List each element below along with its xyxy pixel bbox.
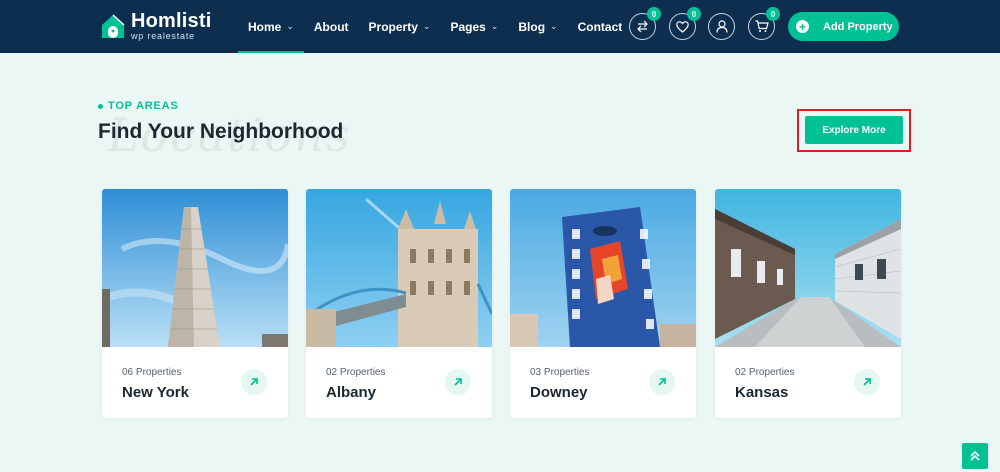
add-property-button[interactable]: + Add Property xyxy=(788,12,899,41)
house-logo-icon xyxy=(100,12,126,40)
chevron-down-icon: ⌄ xyxy=(422,21,431,31)
city-name[interactable]: Downey xyxy=(530,384,588,401)
city-name[interactable]: New York xyxy=(122,384,189,401)
arrow-up-right-icon[interactable] xyxy=(241,369,267,395)
favorites-count-badge: 0 xyxy=(687,7,701,21)
compare-arrows-icon xyxy=(637,20,648,33)
brand-tagline: wp realestate xyxy=(131,31,195,41)
brand-name: Homlisti xyxy=(131,10,212,32)
account-button[interactable] xyxy=(708,13,735,40)
nav-home-label: Home xyxy=(248,19,282,34)
nav-contact-label: Contact xyxy=(577,19,623,34)
nav-pages-label: Pages xyxy=(450,19,486,34)
new-york-photo xyxy=(102,189,288,347)
nav-property-label: Property xyxy=(368,19,418,34)
compare-count-badge: 0 xyxy=(647,7,661,21)
brand-logo[interactable]: Homlisti wp realestate xyxy=(100,11,212,41)
cart-count-badge: 0 xyxy=(766,7,780,21)
explore-more-button[interactable]: Explore More xyxy=(805,116,903,144)
nav-about-label: About xyxy=(313,19,349,34)
nav-blog-label: Blog xyxy=(518,19,546,34)
heart-icon xyxy=(676,20,689,33)
albany-photo xyxy=(306,189,492,347)
add-property-label: Add Property xyxy=(823,20,893,33)
scroll-to-top-button[interactable] xyxy=(962,443,988,469)
cart-button[interactable]: 0 xyxy=(748,7,780,40)
user-icon xyxy=(715,20,728,33)
nav-blog[interactable]: Blog ⌄ xyxy=(508,0,567,53)
property-count: 02 Properties xyxy=(735,367,795,378)
compare-button[interactable]: 0 xyxy=(629,7,661,40)
nav-home[interactable]: Home ⌄ xyxy=(238,0,304,53)
nav-property[interactable]: Property ⌄ xyxy=(359,0,441,53)
city-name[interactable]: Kansas xyxy=(735,384,788,401)
section-title: Find Your Neighborhood xyxy=(98,120,344,143)
area-card-albany[interactable]: 02 Properties Albany xyxy=(306,189,492,418)
chevron-down-icon: ⌄ xyxy=(550,21,558,31)
top-nav-bar: Homlisti wp realestate Home ⌄ About Prop… xyxy=(0,0,1000,53)
downey-photo xyxy=(510,189,696,347)
property-count: 03 Properties xyxy=(530,367,590,378)
arrow-up-right-icon[interactable] xyxy=(649,369,675,395)
arrow-up-right-icon[interactable] xyxy=(854,369,880,395)
area-card-new-york[interactable]: 06 Properties New York xyxy=(102,189,288,418)
property-count: 06 Properties xyxy=(122,367,182,378)
double-chevron-up-icon xyxy=(970,450,980,461)
area-card-downey[interactable]: 03 Properties Downey xyxy=(510,189,696,418)
property-count: 02 Properties xyxy=(326,367,386,378)
main-navigation: Home ⌄ About Property ⌄ Pages ⌄ Blog ⌄ C… xyxy=(238,0,632,53)
chevron-down-icon: ⌄ xyxy=(490,21,499,31)
nav-contact[interactable]: Contact xyxy=(568,0,633,53)
favorites-button[interactable]: 0 xyxy=(669,7,701,40)
nav-pages[interactable]: Pages ⌄ xyxy=(440,0,508,53)
kansas-photo xyxy=(715,189,901,347)
nav-about[interactable]: About xyxy=(304,0,359,53)
city-name[interactable]: Albany xyxy=(326,384,376,401)
cart-icon xyxy=(755,20,769,32)
dot-icon xyxy=(98,103,103,109)
chevron-down-icon: ⌄ xyxy=(286,21,294,31)
area-card-kansas[interactable]: 02 Properties Kansas xyxy=(715,189,901,418)
plus-icon: + xyxy=(796,20,809,33)
arrow-up-right-icon[interactable] xyxy=(445,369,471,395)
